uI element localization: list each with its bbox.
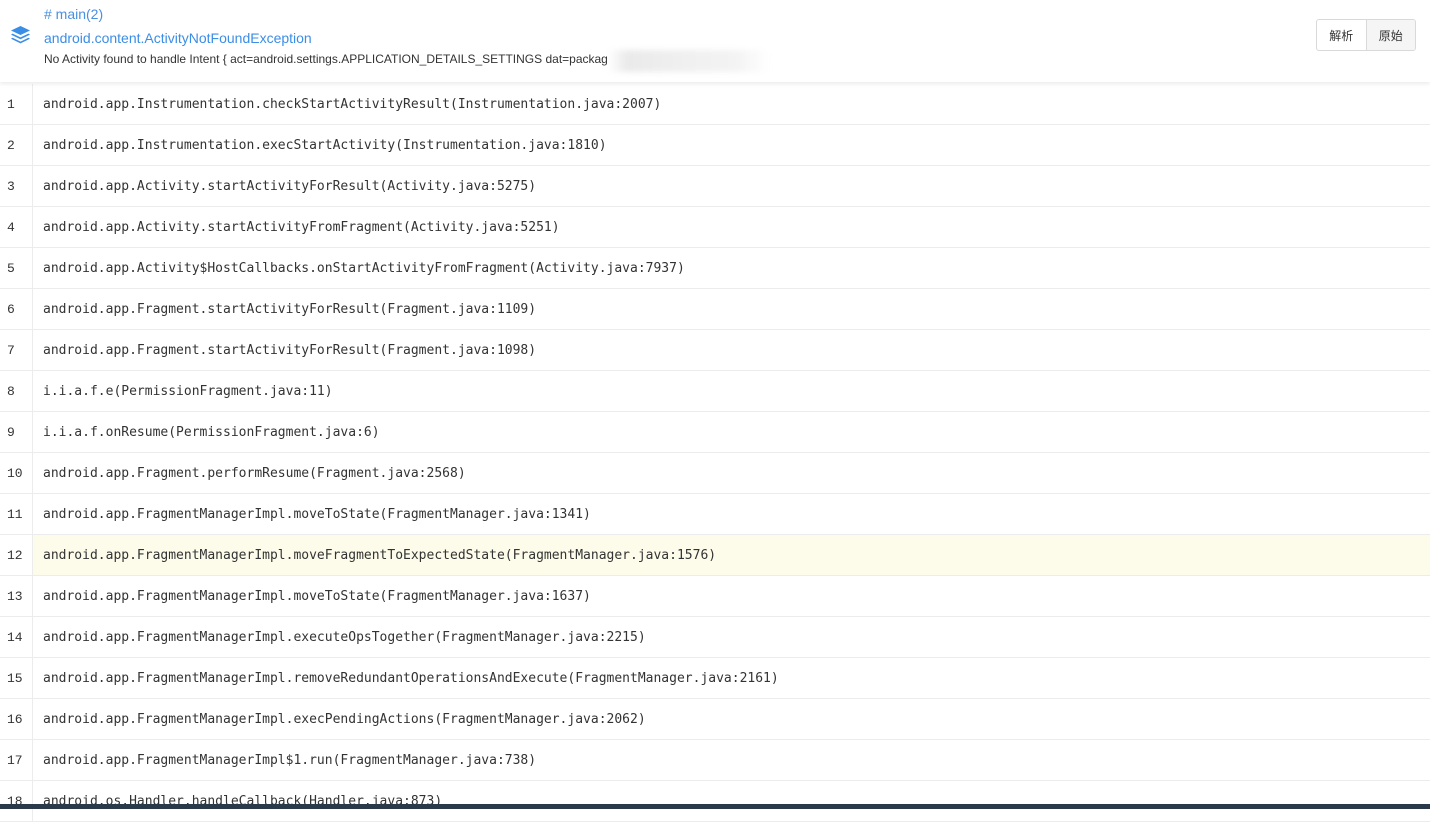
stack-frame-text: android.app.Activity$HostCallbacks.onSta… — [43, 260, 685, 276]
stack-frame-row[interactable]: 14 android.app.FragmentManagerImpl.execut… — [0, 617, 1430, 658]
stack-frame-text: android.app.FragmentManagerImpl$1.run(Fr… — [43, 752, 537, 768]
stack-frame-text: android.app.Activity.startActivityForRes… — [43, 178, 537, 194]
raw-view-button[interactable]: 原始 — [1365, 20, 1415, 50]
stack-frame-text: android.app.FragmentManagerImpl.execPend… — [43, 711, 646, 727]
stack-frame-text: android.app.FragmentManagerImpl.moveToSt… — [43, 506, 591, 522]
stack-frame-row[interactable]: 5 android.app.Activity$HostCallbacks.onSt… — [0, 248, 1430, 289]
stack-frame-row[interactable]: 18 android.os.Handler.handleCallback(Hand… — [0, 781, 1430, 822]
stack-frame-text: android.app.Fragment.performResume(Fragm… — [43, 465, 466, 481]
exception-message: No Activity found to handle Intent { act… — [44, 52, 608, 66]
line-number: 16 — [0, 699, 33, 739]
stack-frame-text: android.app.Instrumentation.checkStartAc… — [43, 96, 662, 112]
stack-frame-row[interactable]: 1 android.app.Instrumentation.checkStartA… — [0, 84, 1430, 125]
stack-frame-text: android.app.FragmentManagerImpl.executeO… — [43, 629, 646, 645]
line-number: 2 — [0, 125, 33, 165]
bottom-edge-bar — [0, 804, 1430, 809]
stack-frame-row[interactable]: 15 android.app.FragmentManagerImpl.remove… — [0, 658, 1430, 699]
line-number: 7 — [0, 330, 33, 370]
line-number: 17 — [0, 740, 33, 780]
stack-frame-row[interactable]: 13 android.app.FragmentManagerImpl.moveTo… — [0, 576, 1430, 617]
line-number: 12 — [0, 535, 33, 575]
stack-frame-text: android.app.FragmentManagerImpl.moveFrag… — [43, 547, 717, 563]
stack-frame-row[interactable]: 17 android.app.FragmentManagerImpl$1.run(… — [0, 740, 1430, 781]
thread-name: # main(2) — [44, 6, 104, 22]
stack-frame-row[interactable]: 12 android.app.FragmentManagerImpl.moveFr… — [0, 535, 1430, 576]
stack-frame-row[interactable]: 4 android.app.Activity.startActivityFromF… — [0, 207, 1430, 248]
stack-frame-row[interactable]: 11 android.app.FragmentManagerImpl.moveTo… — [0, 494, 1430, 535]
stack-frame-row[interactable]: 3 android.app.Activity.startActivityForRe… — [0, 166, 1430, 207]
stack-frame-text: android.app.FragmentManagerImpl.removeRe… — [43, 670, 779, 686]
stack-frame-row[interactable]: 2 android.app.Instrumentation.execStartAc… — [0, 125, 1430, 166]
line-number: 10 — [0, 453, 33, 493]
stack-frame-text: android.app.Fragment.startActivityForRes… — [43, 301, 537, 317]
line-number: 15 — [0, 658, 33, 698]
line-number: 14 — [0, 617, 33, 657]
stack-frame-text: android.app.FragmentManagerImpl.moveToSt… — [43, 588, 591, 604]
stack-frame-row[interactable]: 10 android.app.Fragment.performResume(Fra… — [0, 453, 1430, 494]
view-mode-toggle: 解析 原始 — [1316, 19, 1416, 51]
stack-frame-text: i.i.a.f.onResume(PermissionFragment.java… — [43, 424, 380, 440]
parsed-view-button[interactable]: 解析 — [1317, 20, 1366, 50]
stack-frame-row[interactable]: 8 i.i.a.f.e(PermissionFragment.java:11) — [0, 371, 1430, 412]
exception-type: android.content.ActivityNotFoundExceptio… — [44, 30, 312, 46]
stack-frame-row[interactable]: 7 android.app.Fragment.startActivityForRe… — [0, 330, 1430, 371]
redaction-blur — [608, 50, 768, 72]
stack-frame-text: android.app.Fragment.startActivityForRes… — [43, 342, 537, 358]
stack-frame-text: i.i.a.f.e(PermissionFragment.java:11) — [43, 383, 333, 399]
stack-frame-text: android.app.Activity.startActivityFromFr… — [43, 219, 560, 235]
line-number: 3 — [0, 166, 33, 206]
line-number: 1 — [0, 84, 33, 124]
line-number: 4 — [0, 207, 33, 247]
stack-frame-row[interactable]: 9 i.i.a.f.onResume(PermissionFragment.jav… — [0, 412, 1430, 453]
layers-icon — [11, 26, 30, 44]
line-number: 9 — [0, 412, 33, 452]
stack-frame-text: android.app.Instrumentation.execStartAct… — [43, 137, 607, 153]
line-number: 6 — [0, 289, 33, 329]
exception-header: # main(2) android.content.ActivityNotFou… — [0, 0, 1430, 82]
line-number: 5 — [0, 248, 33, 288]
line-number: 13 — [0, 576, 33, 616]
line-number: 11 — [0, 494, 33, 534]
stack-frame-row[interactable]: 6 android.app.Fragment.startActivityForRe… — [0, 289, 1430, 330]
line-number: 18 — [0, 781, 33, 821]
line-number: 8 — [0, 371, 33, 411]
stack-frame-row[interactable]: 16 android.app.FragmentManagerImpl.execPe… — [0, 699, 1430, 740]
stack-trace-list: 1 android.app.Instrumentation.checkStartA… — [0, 84, 1430, 822]
